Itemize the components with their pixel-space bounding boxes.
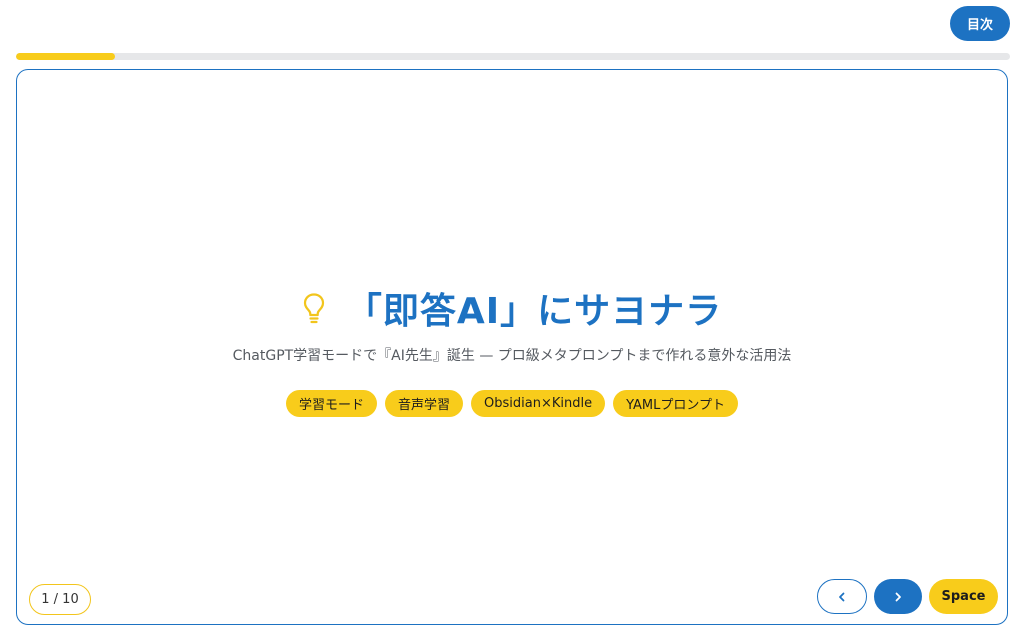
previous-slide-button[interactable] xyxy=(817,579,867,614)
progress-bar xyxy=(16,53,1010,60)
page-indicator: 1 / 10 xyxy=(29,584,91,615)
tag-chip: 学習モード xyxy=(285,390,377,417)
tag-chip: Obsidian×Kindle xyxy=(471,390,606,417)
progress-bar-fill xyxy=(16,53,116,60)
space-key-button[interactable]: Space xyxy=(929,579,998,614)
next-slide-button[interactable] xyxy=(874,579,922,614)
tag-list: 学習モード 音声学習 Obsidian×Kindle YAMLプロンプト xyxy=(0,390,1024,417)
tag-chip: YAMLプロンプト xyxy=(613,390,738,417)
chevron-right-icon xyxy=(895,592,901,601)
chevron-left-icon xyxy=(839,592,845,601)
slide-title: 「即答AI」にサヨナラ xyxy=(345,291,723,332)
slide-title-row: 「即答AI」にサヨナラ xyxy=(0,282,1024,334)
toc-button[interactable]: 目次 xyxy=(950,6,1010,41)
slide-subtitle: ChatGPT学習モードで『AI先生』誕生 — プロ級メタプロンプトまで作れる意… xyxy=(232,348,792,364)
lightbulb-icon xyxy=(303,293,324,324)
tag-chip: 音声学習 xyxy=(385,390,464,417)
